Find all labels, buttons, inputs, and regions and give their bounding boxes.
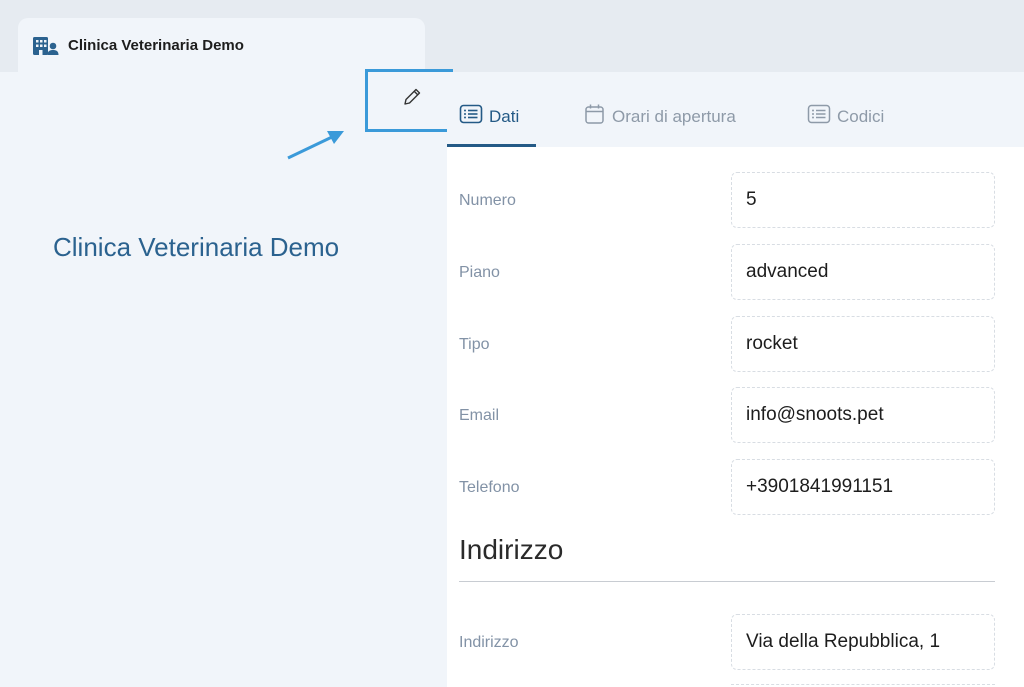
tab-orari[interactable]: Orari di apertura [584, 86, 736, 147]
window-tab-strip: Clinica Veterinaria Demo [0, 0, 1024, 74]
field-row-numero: Numero 5 [447, 172, 1024, 228]
field-row-tipo: Tipo rocket [447, 316, 1024, 372]
annotation-arrow [287, 131, 344, 160]
tab-codici-label: Codici [837, 106, 885, 126]
field-row-indirizzo: Indirizzo Via della Repubblica, 1 [447, 614, 1024, 670]
tab-orari-label: Orari di apertura [612, 106, 736, 126]
field-label: Piano [459, 264, 500, 281]
piano-field[interactable]: advanced [731, 244, 995, 300]
email-field[interactable]: info@snoots.pet [731, 387, 995, 443]
list-icon [459, 104, 489, 129]
calendar-icon [584, 103, 612, 130]
tab-codici[interactable]: Codici [807, 86, 884, 147]
tab-dati[interactable]: Dati [447, 86, 536, 147]
clinic-name: Clinica Veterinaria Demo [53, 232, 340, 262]
indirizzo-field[interactable]: Via della Repubblica, 1 [731, 614, 995, 670]
detail-panel: Dati Orari di apertura Codici Numero 5 P… [447, 72, 1024, 687]
edit-button[interactable] [365, 69, 453, 132]
section-title-indirizzo: Indirizzo [459, 534, 564, 565]
section-divider [459, 581, 995, 582]
building-user-icon [32, 35, 60, 57]
field-row-email: Email info@snoots.pet [447, 387, 1024, 443]
field-label: Email [459, 407, 500, 424]
field-label: Telefono [459, 479, 520, 496]
field-row-telefono: Telefono +3901841991151 [447, 459, 1024, 515]
clinic-tab[interactable]: Clinica Veterinaria Demo [18, 18, 425, 74]
field-label: Numero [459, 192, 516, 209]
field-label: Indirizzo [459, 634, 519, 651]
list-icon [807, 104, 837, 129]
detail-tabs: Dati Orari di apertura Codici [447, 72, 1024, 147]
tipo-field[interactable]: rocket [731, 316, 995, 372]
pencil-icon [396, 88, 423, 113]
tab-dati-label: Dati [489, 106, 520, 126]
field-label: Tipo [459, 336, 490, 353]
field-row-piano: Piano advanced [447, 244, 1024, 300]
telefono-field[interactable]: +3901841991151 [731, 459, 995, 515]
sidebar-panel: Clinica Veterinaria Demo [0, 72, 447, 687]
numero-field[interactable]: 5 [731, 172, 995, 228]
clinic-tab-title: Clinica Veterinaria Demo [68, 36, 244, 54]
